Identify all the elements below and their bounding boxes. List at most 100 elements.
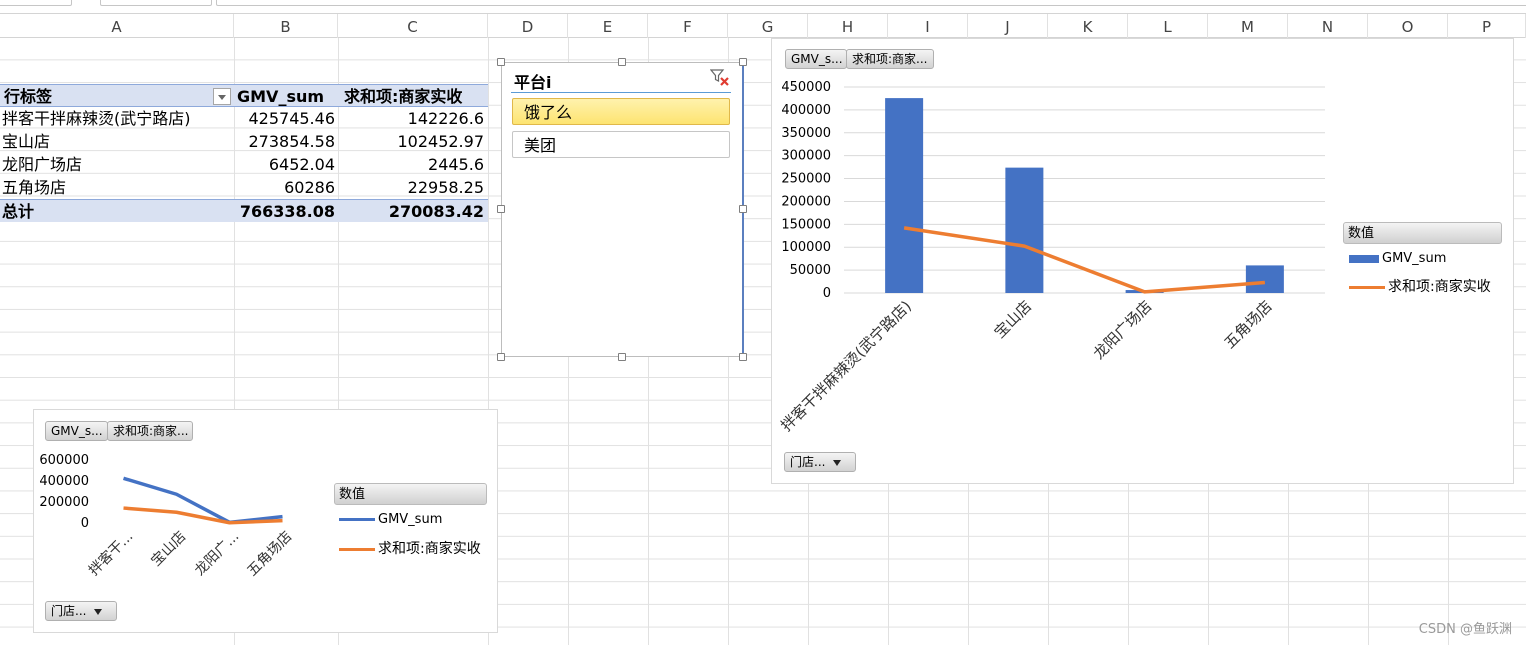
- slicer-item-meituan[interactable]: 美团: [512, 131, 730, 158]
- x-tick-label: 五角场店: [1221, 297, 1276, 352]
- income-value: 142226.6: [407, 109, 484, 128]
- total-gmv: 766338.08: [239, 202, 335, 221]
- clear-filter-icon[interactable]: [710, 69, 730, 87]
- legend-item-gmv[interactable]: GMV_sum: [339, 512, 442, 527]
- resize-handle[interactable]: [497, 58, 505, 66]
- legend-label: GMV_sum: [378, 512, 443, 527]
- bar-gmv-sum: [1125, 290, 1164, 293]
- store-axis-field-label: 门店...: [790, 455, 826, 469]
- y-tick-label: 0: [81, 516, 89, 531]
- store-label: 五角场店: [2, 178, 67, 197]
- gmv-field-button[interactable]: GMV_s...: [45, 421, 108, 441]
- bar-gmv-sum: [1245, 265, 1284, 293]
- x-tick-label: 五角场店: [244, 529, 295, 580]
- column-header-f[interactable]: F: [648, 14, 728, 38]
- legend-swatch: [339, 547, 375, 551]
- resize-handle[interactable]: [739, 58, 747, 66]
- row-labels-filter-dropdown[interactable]: [213, 88, 231, 105]
- x-tick-label: 龙阳广场店: [1090, 297, 1156, 363]
- line-merchant-income: [903, 226, 1266, 294]
- column-header-j[interactable]: J: [968, 14, 1048, 38]
- column-header-p[interactable]: P: [1448, 14, 1526, 38]
- y-tick-label: 50000: [790, 263, 831, 278]
- formula-bar-strip: [0, 0, 1526, 14]
- y-tick-label: 350000: [781, 126, 831, 141]
- name-box[interactable]: [0, 0, 72, 6]
- store-label: 拌客干拌麻辣烫(武宁路店): [2, 109, 191, 128]
- y-tick-label: 300000: [781, 149, 831, 164]
- total-label: 总计: [2, 202, 35, 221]
- column-header-i[interactable]: I: [888, 14, 968, 38]
- column-header-row: ABCDEFGHIJKLMNOP: [0, 14, 1526, 38]
- resize-handle[interactable]: [497, 353, 505, 361]
- column-header-a[interactable]: A: [0, 14, 234, 38]
- table-row[interactable]: 龙阳广场店 6452.04 2445.6: [0, 153, 488, 176]
- column-header-b[interactable]: B: [234, 14, 338, 38]
- resize-handle[interactable]: [497, 205, 505, 213]
- legend-swatch: [1349, 254, 1379, 263]
- column-header-d[interactable]: D: [488, 14, 568, 38]
- y-tick-label: 400000: [781, 103, 831, 118]
- income-field-button[interactable]: 求和项:商家...: [107, 421, 193, 441]
- y-tick-label: 400000: [39, 474, 89, 489]
- chevron-down-icon: [833, 459, 842, 466]
- gmv-value: 60286: [284, 178, 335, 197]
- column-header-n[interactable]: N: [1288, 14, 1368, 38]
- pivot-chart-line[interactable]: GMV_s... 求和项:商家... 600000 400000 200000 0 拌客…: [33, 409, 498, 633]
- formula-buttons[interactable]: [100, 0, 212, 6]
- resize-handle[interactable]: [618, 353, 626, 361]
- gmv-value: 6452.04: [268, 155, 335, 174]
- total-income: 270083.42: [388, 202, 484, 221]
- table-row[interactable]: 拌客干拌麻辣烫(武宁路店) 425745.46 142226.6: [0, 107, 488, 130]
- x-tick-label: 拌客干拌麻辣烫(武宁路店): [777, 297, 915, 435]
- formula-input[interactable]: [216, 0, 1526, 6]
- resize-handle[interactable]: [618, 58, 626, 66]
- legend-swatch: [339, 518, 375, 521]
- y-tick-label: 450000: [781, 80, 831, 95]
- legend-item-gmv[interactable]: GMV_sum: [1349, 251, 1446, 266]
- income-field-button[interactable]: 求和项:商家...: [846, 49, 934, 69]
- x-tick-label: 龙阳广...: [192, 529, 242, 579]
- resize-handle[interactable]: [739, 205, 747, 213]
- table-row[interactable]: 五角场店 60286 22958.25: [0, 176, 488, 199]
- pivot-chart-bar[interactable]: GMV_s... 求和项:商家... 450000 400000 350000 300…: [771, 38, 1514, 484]
- slicer-title-rule: [511, 92, 731, 93]
- store-axis-field-button[interactable]: 门店...: [45, 601, 117, 621]
- income-value: 102452.97: [397, 132, 484, 151]
- gmv-field-button[interactable]: GMV_s...: [785, 49, 847, 69]
- store-label: 宝山店: [2, 132, 51, 151]
- column-header-e[interactable]: E: [568, 14, 648, 38]
- y-tick-label: 200000: [39, 495, 89, 510]
- y-tick-label: 150000: [781, 217, 831, 232]
- column-header-k[interactable]: K: [1048, 14, 1128, 38]
- resize-handle[interactable]: [739, 353, 747, 361]
- slicer-item-eleme[interactable]: 饿了么: [512, 98, 730, 125]
- store-label: 龙阳广场店: [2, 155, 83, 174]
- legend-title[interactable]: 数值: [1343, 222, 1502, 244]
- y-tick-label: 0: [823, 286, 831, 301]
- column-header-h[interactable]: H: [808, 14, 888, 38]
- y-tick-label: 600000: [39, 453, 89, 468]
- column-header-c[interactable]: C: [338, 14, 488, 38]
- column-header-l[interactable]: L: [1128, 14, 1208, 38]
- column-header-g[interactable]: G: [728, 14, 808, 38]
- column-header-m[interactable]: M: [1208, 14, 1288, 38]
- gmv-value: 425745.46: [248, 109, 335, 128]
- x-tick-label: 拌客干...: [85, 528, 136, 579]
- legend-item-income[interactable]: 求和项:商家实收: [339, 538, 481, 558]
- legend-title[interactable]: 数值: [334, 483, 487, 505]
- grand-total-row[interactable]: 总计 766338.08 270083.42: [0, 199, 488, 222]
- watermark: CSDN @鱼跃渊: [1418, 622, 1512, 637]
- slicer-title: 平台i: [514, 73, 552, 92]
- legend-swatch: [1349, 285, 1385, 289]
- legend-item-income[interactable]: 求和项:商家实收: [1349, 276, 1491, 296]
- column-header-o[interactable]: O: [1368, 14, 1448, 38]
- store-axis-field-button[interactable]: 门店...: [784, 452, 856, 472]
- legend-label: 求和项:商家实收: [378, 541, 481, 557]
- table-row[interactable]: 宝山店 273854.58 102452.97: [0, 130, 488, 153]
- store-axis-field-label: 门店...: [51, 604, 87, 618]
- y-tick-label: 100000: [781, 240, 831, 255]
- platform-slicer[interactable]: 平台i 饿了么 美团: [501, 62, 744, 358]
- pivot-header-row: 行标签 GMV_sum 求和项:商家实收: [0, 84, 488, 107]
- x-tick-label: 宝山店: [991, 297, 1036, 342]
